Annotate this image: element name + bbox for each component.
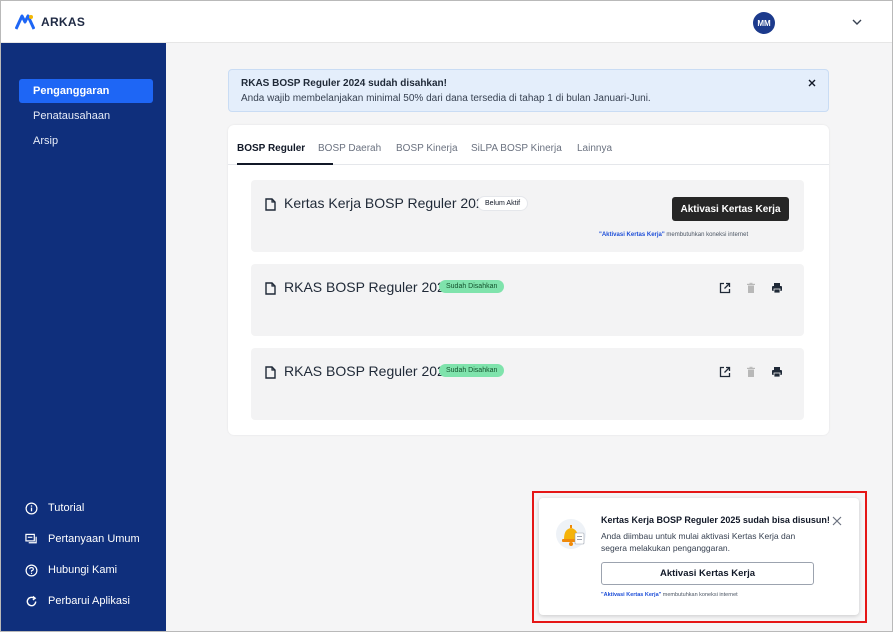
document-icon bbox=[265, 198, 276, 211]
app-window: ARKAS MM Penganggaran Penatausahaan Arsi… bbox=[0, 0, 893, 632]
alert-title: RKAS BOSP Reguler 2024 sudah disahkan! bbox=[241, 78, 447, 89]
sidebar-item-label: Pertanyaan Umum bbox=[48, 533, 140, 545]
note-text: membutuhkan koneksi internet bbox=[661, 592, 738, 598]
print-icon[interactable] bbox=[771, 366, 783, 378]
list-item-rkas-2023: RKAS BOSP Reguler 2023 Sudah Disahkan bbox=[251, 348, 804, 420]
activate-worksheet-button[interactable]: Aktivasi Kertas Kerja bbox=[672, 197, 789, 221]
list-item-rkas-2024: RKAS BOSP Reguler 2024 Sudah Disahkan bbox=[251, 264, 804, 336]
row-actions bbox=[719, 282, 783, 294]
item-title: RKAS BOSP Reguler 2024 bbox=[284, 279, 453, 295]
item-title: RKAS BOSP Reguler 2023 bbox=[284, 363, 453, 379]
tab-bosp-kinerja[interactable]: BOSP Kinerja bbox=[396, 143, 458, 154]
sidebar-item-label: Hubungi Kami bbox=[48, 564, 118, 576]
tab-bosp-reguler[interactable]: BOSP Reguler bbox=[237, 143, 305, 154]
sidebar: Penganggaran Penatausahaan Arsip Tutoria… bbox=[1, 43, 166, 631]
info-icon bbox=[25, 502, 38, 514]
top-bar: ARKAS MM bbox=[1, 1, 892, 43]
approval-alert: RKAS BOSP Reguler 2024 sudah disahkan! A… bbox=[228, 69, 829, 112]
sidebar-item-label: Tutorial bbox=[48, 502, 85, 514]
open-external-icon[interactable] bbox=[719, 282, 731, 294]
item-title: Kertas Kerja BOSP Reguler 2025 bbox=[284, 195, 492, 211]
sidebar-item-tutorial[interactable]: Tutorial bbox=[25, 499, 84, 517]
open-external-icon[interactable] bbox=[719, 366, 731, 378]
sidebar-item-penganggaran[interactable]: Penganggaran bbox=[19, 79, 153, 103]
toast-internet-note: "Aktivasi Kertas Kerja" membutuhkan kone… bbox=[601, 592, 738, 598]
sidebar-item-hubungi-kami[interactable]: Hubungi Kami bbox=[25, 561, 117, 579]
list-item-kertas-kerja-2025: Kertas Kerja BOSP Reguler 2025 Belum Akt… bbox=[251, 180, 804, 252]
row-actions bbox=[719, 366, 783, 378]
chat-icon bbox=[25, 533, 37, 543]
alert-text: Anda wajib membelanjakan minimal 50% dar… bbox=[241, 93, 651, 104]
sidebar-item-label: Perbarui Aplikasi bbox=[48, 595, 130, 607]
trash-icon[interactable] bbox=[745, 366, 757, 378]
toast-title: Kertas Kerja BOSP Reguler 2025 sudah bis… bbox=[601, 515, 830, 525]
bell-icon bbox=[556, 519, 586, 549]
app-name: ARKAS bbox=[41, 15, 86, 29]
sidebar-item-arsip[interactable]: Arsip bbox=[19, 129, 153, 153]
note-bold: "Aktivasi Kertas Kerja" bbox=[601, 592, 662, 598]
document-icon bbox=[265, 282, 276, 295]
toast-activate-button[interactable]: Aktivasi Kertas Kerja bbox=[601, 562, 814, 585]
close-icon[interactable] bbox=[807, 78, 817, 88]
document-icon bbox=[265, 366, 276, 379]
arkas-logo-icon bbox=[15, 14, 35, 30]
close-icon[interactable] bbox=[832, 516, 842, 526]
internet-requirement-note: "Aktivasi Kertas Kerja" membutuhkan kone… bbox=[599, 232, 748, 238]
status-badge: Sudah Disahkan bbox=[439, 364, 505, 377]
notification-toast: Kertas Kerja BOSP Reguler 2025 sudah bis… bbox=[539, 498, 859, 615]
tab-silpa-bosp-kinerja[interactable]: SiLPA BOSP Kinerja bbox=[471, 143, 562, 154]
status-badge: Belum Aktif bbox=[477, 196, 529, 211]
sidebar-item-penatausahaan[interactable]: Penatausahaan bbox=[19, 104, 153, 128]
trash-icon[interactable] bbox=[745, 282, 757, 294]
tab-lainnya[interactable]: Lainnya bbox=[577, 143, 612, 154]
note-text: membutuhkan koneksi internet bbox=[664, 232, 749, 238]
refresh-icon bbox=[26, 595, 37, 606]
status-badge: Sudah Disahkan bbox=[439, 280, 505, 293]
user-avatar[interactable]: MM bbox=[753, 12, 775, 34]
tab-bosp-daerah[interactable]: BOSP Daerah bbox=[318, 143, 381, 154]
chevron-down-icon[interactable] bbox=[851, 16, 863, 28]
sidebar-item-perbarui-aplikasi[interactable]: Perbarui Aplikasi bbox=[25, 592, 130, 610]
print-icon[interactable] bbox=[771, 282, 783, 294]
budget-card: BOSP Reguler BOSP Daerah BOSP Kinerja Si… bbox=[228, 125, 829, 435]
toast-text: Anda diimbau untuk mulai aktivasi Kertas… bbox=[601, 531, 796, 553]
note-bold: "Aktivasi Kertas Kerja" bbox=[599, 232, 665, 238]
active-tab-indicator bbox=[237, 163, 333, 165]
sidebar-item-pertanyaan-umum[interactable]: Pertanyaan Umum bbox=[25, 530, 140, 548]
tab-bar: BOSP Reguler BOSP Daerah BOSP Kinerja Si… bbox=[228, 125, 829, 165]
help-icon bbox=[25, 564, 38, 576]
